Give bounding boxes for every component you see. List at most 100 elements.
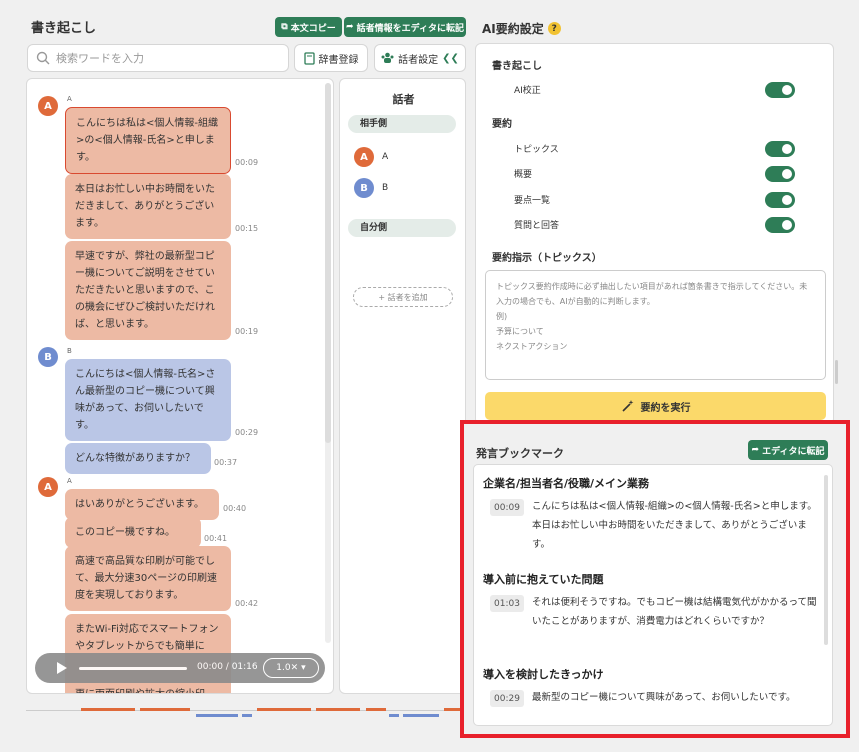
- speaker-name: B: [67, 347, 72, 355]
- bookmark-transfer-label: エディタに転記: [762, 446, 825, 457]
- speaker-name: A: [67, 95, 72, 103]
- speaker-settings-button[interactable]: 話者設定 ❮❮: [374, 44, 466, 72]
- share-arrow-icon: ➦: [751, 445, 760, 455]
- timeline-segment: [316, 708, 360, 711]
- bookmark-text: それは便利そうですね。でもコピー機は結構電気代がかかるって聞いたことがありますが…: [532, 597, 817, 627]
- copy-icon: ⧉: [281, 22, 288, 32]
- timeline-segment: [403, 714, 439, 717]
- key-points-toggle[interactable]: [765, 192, 795, 208]
- transcript-panel: 書き起こし ⧉ 本文コピー ➦ 話者情報をエディタに転記 辞書登録 話者設定 ❮…: [0, 0, 470, 752]
- bookmark-text: 最新型のコピー機について興味があって、お伺いしたいです。: [532, 692, 796, 703]
- dictionary-label: 辞書登録: [318, 54, 359, 66]
- summary-section-title: 要約: [492, 119, 512, 130]
- instruction-placeholder: 予算について: [496, 327, 544, 336]
- help-icon[interactable]: ?: [547, 22, 561, 35]
- speaker-item-name: B: [382, 183, 389, 193]
- bookmark-scrollbar[interactable]: [824, 475, 828, 645]
- message-bubble[interactable]: こんにちは<個人情報-氏名>さん最新型のコピー機について興味があって、お伺いした…: [65, 359, 231, 441]
- caret-down-icon: ▾: [301, 663, 306, 673]
- speaker-item[interactable]: B B: [354, 178, 388, 198]
- overview-label: 概要: [514, 170, 533, 180]
- message-bubble[interactable]: はいありがとうございます。: [65, 489, 219, 520]
- timeline-segment: [140, 708, 190, 711]
- speaker-panel: 話者 相手側 A A B B 自分側 + 話者を追加: [339, 78, 466, 694]
- message-bubble[interactable]: 高速で高品質な印刷が可能でして、最大分速30ページの印刷速度を実現しております。: [65, 546, 231, 611]
- message-bubble[interactable]: こんにちは私は<個人情報-組織>の<個人情報-氏名>と申します。: [65, 107, 231, 174]
- search-icon: [36, 51, 50, 65]
- overview-toggle[interactable]: [765, 166, 795, 182]
- topics-label: トピックス: [514, 145, 559, 155]
- bookmark-transfer-button[interactable]: ➦ エディタに転記: [748, 440, 828, 460]
- key-points-label: 要点一覧: [514, 196, 551, 206]
- collapse-chevron-icon: ❮❮: [442, 52, 459, 64]
- timeline-segment: [389, 714, 399, 717]
- speaker-avatar: A: [38, 477, 58, 497]
- search-input[interactable]: [56, 51, 276, 65]
- bookmark-text: こんにちは私は<個人情報-組織>の<個人情報-氏名>と申します。本日はお忙しい中…: [532, 501, 817, 550]
- ai-proofread-label: AI校正: [514, 86, 541, 96]
- audio-player: 00:00 / 01:16 1.0✕ ▾: [35, 653, 325, 683]
- transcript-list[interactable]: A A こんにちは私は<個人情報-組織>の<個人情報-氏名>と申します。 00:…: [26, 78, 334, 694]
- play-icon[interactable]: [57, 662, 67, 674]
- message-time: 00:42: [235, 599, 259, 608]
- timeline-segment: [257, 708, 311, 711]
- bookmark-time[interactable]: 00:09: [490, 499, 524, 516]
- speaker-avatar: A: [38, 96, 58, 116]
- transcript-scrollbar[interactable]: [325, 83, 331, 643]
- bookmark-heading: 企業名/担当者名/役職/メイン業務: [483, 477, 650, 490]
- self-group: 自分側: [348, 219, 456, 237]
- audio-progress[interactable]: [79, 667, 187, 670]
- bookmark-highlight: 発言ブックマーク ➦ エディタに転記 企業名/担当者名/役職/メイン業務 00:…: [460, 420, 850, 738]
- instruction-title: 要約指示（トピックス）: [492, 253, 602, 264]
- message-bubble[interactable]: 本日はお忙しい中お時間をいただきまして、ありがとうございます。: [65, 174, 231, 239]
- timeline-segment: [366, 708, 386, 711]
- run-summary-button[interactable]: 要約を実行: [485, 392, 826, 420]
- ai-summary-panel: AI要約設定 ? 書き起こし AI校正 要約 トピックス 概要 要点一覧 質問と…: [460, 0, 859, 752]
- speaker-avatar: B: [354, 178, 374, 198]
- topics-toggle[interactable]: [765, 141, 795, 157]
- qa-toggle[interactable]: [765, 217, 795, 233]
- message-time: 00:19: [235, 327, 259, 336]
- panel-resize-handle[interactable]: [835, 360, 838, 384]
- instruction-placeholder: ネクストアクション: [496, 342, 568, 351]
- bookmark-time[interactable]: 01:03: [490, 595, 524, 612]
- speaker-avatar: B: [38, 347, 58, 367]
- message-bubble[interactable]: 早速ですが、弊社の最新型コピー機についてご説明をさせていただきたいと思いますので…: [65, 241, 231, 340]
- message-time: 00:37: [214, 458, 238, 467]
- add-speaker-button[interactable]: + 話者を追加: [353, 287, 453, 307]
- run-summary-label: 要約を実行: [640, 402, 691, 414]
- bookmark-time[interactable]: 00:29: [490, 690, 524, 707]
- search-box: [27, 44, 289, 72]
- instruction-placeholder: 例): [496, 312, 508, 321]
- message-time: 00:09: [235, 158, 259, 167]
- speaker-settings-label: 話者設定: [398, 54, 439, 66]
- share-arrow-icon: ➦: [346, 22, 354, 32]
- speaker-timeline[interactable]: [26, 706, 462, 720]
- speaker-name: A: [67, 477, 72, 485]
- speaker-panel-title: 話者: [392, 93, 415, 106]
- qa-label: 質問と回答: [514, 221, 560, 231]
- message-time: 00:15: [235, 224, 259, 233]
- playback-speed[interactable]: 1.0✕ ▾: [263, 658, 319, 678]
- transfer-speaker-label: 話者情報をエディタに転記: [356, 23, 464, 34]
- transfer-speaker-button[interactable]: ➦ 話者情報をエディタに転記: [344, 17, 466, 37]
- ai-settings-title-text: AI要約設定: [482, 22, 544, 36]
- magic-wand-icon: [621, 400, 633, 412]
- copy-text-button[interactable]: ⧉ 本文コピー: [275, 17, 342, 37]
- timeline-segment: [242, 714, 252, 717]
- ai-proofread-toggle[interactable]: [765, 82, 795, 98]
- summary-settings-card: 書き起こし AI校正 要約 トピックス 概要 要点一覧 質問と回答 要約指示（ト…: [475, 43, 834, 425]
- bookmark-heading: 導入前に抱えていた問題: [483, 573, 604, 586]
- transcription-section-title: 書き起こし: [492, 61, 542, 72]
- dictionary-button[interactable]: 辞書登録: [294, 44, 368, 72]
- message-bubble[interactable]: このコピー機ですね。: [65, 517, 201, 548]
- message-time: 00:40: [223, 504, 247, 513]
- bookmark-list[interactable]: 企業名/担当者名/役職/メイン業務 00:09 こんにちは私は<個人情報-組織>…: [473, 464, 833, 726]
- speaker-item[interactable]: A A: [354, 147, 388, 167]
- ai-settings-title: AI要約設定 ?: [482, 20, 561, 37]
- instruction-placeholder: トピックス要約作成時に必ず抽出したい項目があれば箇条書きで指示してください。未入…: [496, 282, 808, 306]
- book-icon: [303, 51, 315, 65]
- people-icon: [381, 52, 394, 63]
- message-bubble[interactable]: どんな特徴がありますか？: [65, 443, 211, 474]
- instruction-input[interactable]: トピックス要約作成時に必ず抽出したい項目があれば箇条書きで指示してください。未入…: [485, 270, 826, 380]
